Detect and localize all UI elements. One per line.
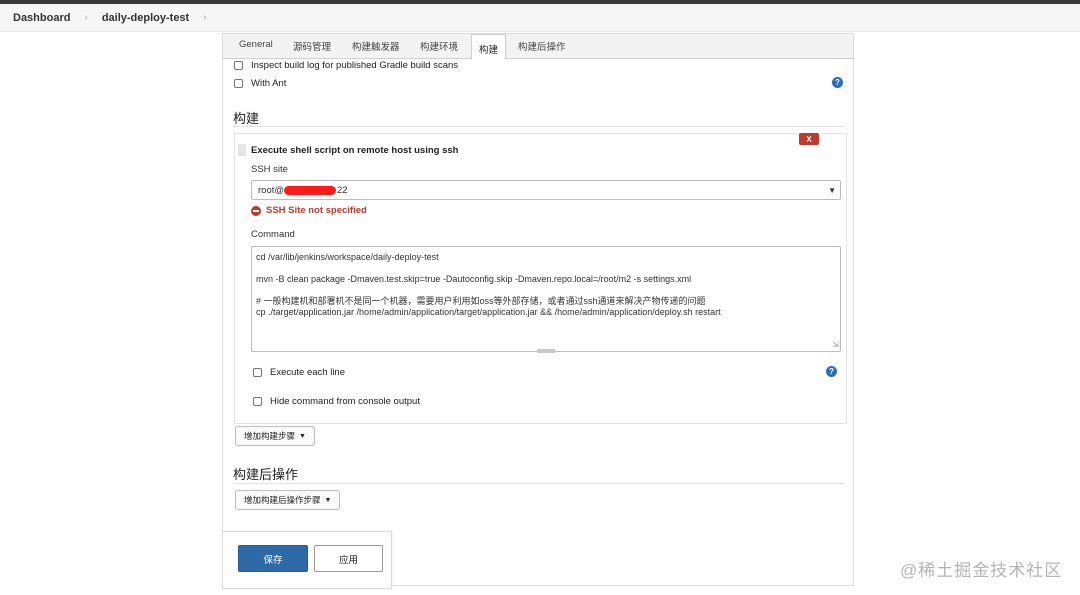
command-line-3: # 一般构建机和部署机不是同一个机器，需要用户利用如oss等外部存储，或者通过s… — [256, 296, 706, 306]
breadcrumb: Dashboard › daily-deploy-test › — [0, 4, 1080, 32]
save-bar: 保存 应用 — [222, 531, 392, 589]
tab-scm[interactable]: 源码管理 — [293, 39, 331, 53]
execute-each-line-checkbox[interactable] — [253, 368, 262, 377]
add-post-build-step-button[interactable]: 增加构建后操作步骤 ▼ — [235, 490, 341, 510]
hide-command-label: Hide command from console output — [270, 396, 420, 407]
tab-general[interactable]: General — [239, 39, 273, 50]
watermark: @稀土掘金技术社区 — [900, 561, 1063, 580]
chevron-down-icon: ▼ — [828, 186, 836, 195]
config-tabs: General 源码管理 构建触发器 构建环境 构建 构建后操作 — [223, 34, 853, 60]
tab-post-build[interactable]: 构建后操作 — [518, 39, 566, 53]
step-title: Execute shell script on remote host usin… — [251, 145, 459, 156]
command-line-2: mvn -B clean package -Dmaven.test.skip=t… — [256, 274, 692, 284]
ssh-site-prefix: root@ — [258, 184, 285, 196]
redaction-mark — [284, 185, 337, 195]
breadcrumb-separator-icon: › — [84, 12, 88, 23]
with-ant-option[interactable]: With Ant — [234, 78, 286, 89]
gradle-scans-checkbox[interactable] — [234, 61, 243, 70]
gradle-scans-option[interactable]: Inspect build log for published Gradle b… — [234, 60, 458, 71]
ssh-site-error: SSH Site not specified — [251, 205, 367, 216]
with-ant-help-icon[interactable]: ? — [832, 77, 843, 88]
hide-command-checkbox[interactable] — [253, 397, 262, 406]
tab-build-triggers[interactable]: 构建触发器 — [352, 39, 400, 53]
command-label: Command — [251, 229, 295, 240]
build-section-title: 构建 — [233, 111, 260, 126]
ssh-build-step: Execute shell script on remote host usin… — [234, 133, 847, 424]
breadcrumb-job[interactable]: daily-deploy-test — [102, 12, 189, 24]
command-line-1: cd /var/lib/jenkins/workspace/daily-depl… — [256, 252, 439, 262]
with-ant-checkbox[interactable] — [234, 79, 243, 88]
build-section-divider — [233, 126, 845, 127]
execute-each-line-help-icon[interactable]: ? — [826, 366, 837, 377]
drag-handle-icon[interactable] — [238, 144, 246, 156]
caret-down-icon: ▼ — [299, 432, 306, 440]
breadcrumb-job-menu-icon[interactable]: › — [203, 12, 206, 23]
resize-handle-icon[interactable]: ⇲ — [832, 339, 839, 350]
execute-each-line-label: Execute each line — [270, 367, 345, 378]
post-build-section-title: 构建后操作 — [233, 467, 299, 482]
ssh-site-label: SSH site — [251, 164, 288, 175]
textarea-grip-icon[interactable] — [537, 349, 555, 353]
save-button[interactable]: 保存 — [238, 545, 308, 572]
command-textarea[interactable]: cd /var/lib/jenkins/workspace/daily-depl… — [251, 246, 841, 353]
ssh-site-suffix: 22 — [337, 184, 348, 196]
hide-command-option[interactable]: Hide command from console output — [253, 396, 420, 407]
ssh-site-error-text: SSH Site not specified — [266, 205, 367, 216]
command-line-4: cp ./target/application.jar /home/admin/… — [256, 307, 721, 317]
error-icon — [251, 205, 261, 216]
tab-build[interactable]: 构建 — [471, 34, 507, 60]
execute-each-line-option[interactable]: Execute each line — [253, 367, 345, 378]
add-build-step-button[interactable]: 增加构建步骤 ▼ — [235, 426, 315, 446]
tab-build-env[interactable]: 构建环境 — [420, 39, 458, 53]
config-panel: General 源码管理 构建触发器 构建环境 构建 构建后操作 Inspect… — [222, 33, 854, 586]
add-post-build-step-label: 增加构建后操作步骤 — [244, 495, 321, 505]
delete-step-button[interactable]: X — [799, 133, 819, 145]
with-ant-label: With Ant — [251, 78, 287, 89]
caret-down-icon: ▼ — [324, 496, 332, 504]
ssh-site-select[interactable]: root@ 22 ▼ — [251, 180, 841, 200]
apply-button[interactable]: 应用 — [314, 545, 383, 572]
gradle-scans-label: Inspect build log for published Gradle b… — [251, 60, 459, 71]
post-build-divider — [233, 483, 845, 484]
breadcrumb-dashboard[interactable]: Dashboard — [13, 12, 70, 24]
add-build-step-label: 增加构建步骤 — [244, 431, 296, 441]
